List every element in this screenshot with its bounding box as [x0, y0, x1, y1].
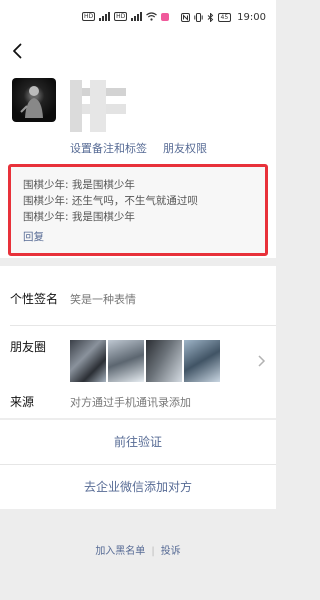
footer-links: 加入黑名单 | 投诉 — [0, 542, 276, 557]
signature-label: 个性签名 — [10, 292, 59, 306]
verify-button[interactable]: 前往验证 — [0, 420, 276, 464]
moment-thumbnail — [108, 340, 144, 382]
friend-permission-link[interactable]: 朋友权限 — [163, 140, 207, 156]
wifi-icon — [146, 12, 158, 21]
blurred-nickname — [70, 80, 126, 132]
status-time: 19:00 — [237, 12, 266, 23]
moments-row[interactable]: 朋友圈 — [0, 326, 276, 388]
moments-thumbnails — [70, 340, 220, 382]
request-message-line: 围棋少年: 我是围棋少年 — [23, 211, 135, 223]
set-remark-link[interactable]: 设置备注和标签 — [70, 140, 147, 156]
reply-link[interactable]: 回复 — [23, 229, 253, 245]
bluetooth-icon — [207, 13, 213, 22]
battery-icon: 45 — [217, 13, 232, 22]
request-message-line: 围棋少年: 还生气吗，不生气就通过呗 — [23, 195, 198, 207]
request-message-line: 围棋少年: 我是围棋少年 — [23, 179, 135, 191]
source-row: 来源 对方通过手机通讯录添加 — [0, 386, 276, 418]
status-bar: HD HD 45 19:00 — [0, 0, 276, 36]
source-value: 对方通过手机通讯录添加 — [70, 396, 191, 409]
separator: | — [151, 546, 155, 557]
nfc-icon — [180, 13, 190, 22]
signal-icon-2 — [131, 12, 143, 21]
signal-icon — [99, 12, 111, 21]
moment-thumbnail — [70, 340, 106, 382]
avatar[interactable] — [12, 78, 56, 122]
status-right-icons: 45 19:00 — [180, 12, 266, 23]
hd-badge-2: HD — [114, 12, 128, 21]
profile-section: 设置备注和标签 朋友权限 围棋少年: 我是围棋少年 围棋少年: 还生气吗，不生气… — [0, 36, 276, 258]
status-left-icons: HD HD — [82, 12, 170, 21]
blacklist-link[interactable]: 加入黑名单 — [95, 546, 145, 557]
signature-row: 个性签名 笑是一种表情 — [0, 266, 276, 326]
moment-thumbnail — [184, 340, 220, 382]
vibrate-icon — [193, 13, 203, 22]
profile-links: 设置备注和标签 朋友权限 — [70, 140, 207, 156]
moments-label: 朋友圈 — [10, 340, 47, 354]
enterprise-add-button[interactable]: 去企业微信添加对方 — [0, 465, 276, 509]
friend-request-messages: 围棋少年: 我是围棋少年 围棋少年: 还生气吗，不生气就通过呗 围棋少年: 我是… — [8, 164, 268, 256]
app-notification-icon — [161, 12, 170, 21]
back-arrow-icon[interactable] — [8, 41, 28, 61]
chevron-right-icon — [258, 355, 266, 367]
report-link[interactable]: 投诉 — [161, 546, 181, 557]
hd-badge: HD — [82, 12, 96, 21]
source-label: 来源 — [10, 395, 35, 409]
signature-value: 笑是一种表情 — [70, 293, 136, 306]
moment-thumbnail — [146, 340, 182, 382]
avatar-figure — [20, 86, 43, 118]
